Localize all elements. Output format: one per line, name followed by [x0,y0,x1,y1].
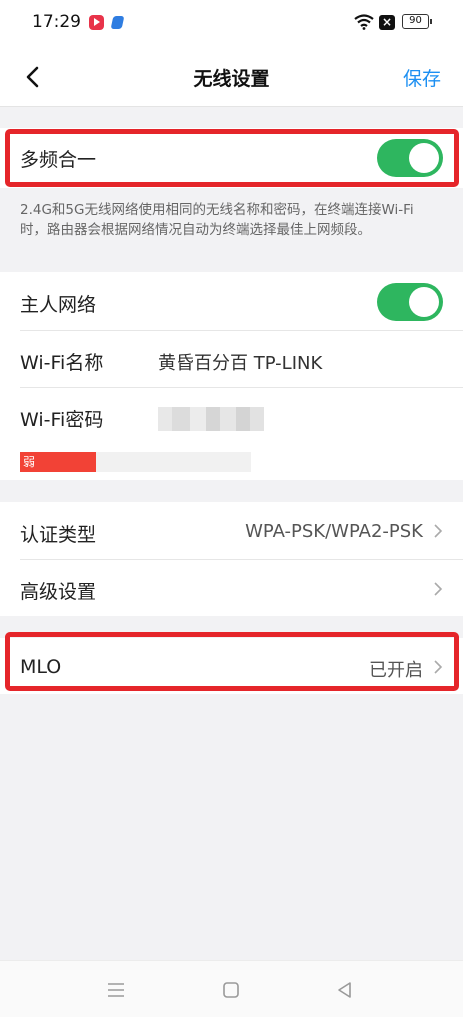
mlo-label: MLO [20,656,62,678]
home-square-icon[interactable] [220,979,242,1001]
wifi-password-label: Wi-Fi密码 [20,409,104,431]
mlo-value: 已开启 [369,660,423,681]
back-triangle-icon[interactable] [334,979,356,1001]
main-network-label: 主人网络 [20,294,97,316]
chevron-right-icon [434,524,443,538]
page-title: 无线设置 [193,68,270,90]
menu-icon[interactable] [105,979,127,1001]
blue-app-icon [110,16,125,29]
play-app-icon [89,15,104,30]
wifi-name-label: Wi-Fi名称 [20,352,104,374]
security-group: 认证类型 WPA-PSK/WPA2-PSK 高级设置 [0,502,463,616]
status-bar: 17:29 × 90 [0,0,463,48]
wifi-password-field[interactable] [158,407,264,431]
multi-band-description: 2.4G和5G无线网络使用相同的无线名称和密码，在终端连接Wi-Fi时，路由器会… [20,202,414,238]
wifi-name-value[interactable]: 黄昏百分百 TP-LINK [158,349,322,375]
save-button[interactable]: 保存 [403,64,441,91]
multi-band-row: 多频合一 [0,128,463,188]
auth-type-row[interactable]: 认证类型 WPA-PSK/WPA2-PSK [0,502,463,559]
advanced-settings-row[interactable]: 高级设置 [0,560,463,616]
system-nav-bar [0,960,463,1017]
password-strength-label: 弱 [23,455,36,469]
chevron-right-icon [434,660,443,674]
auth-type-value: WPA-PSK/WPA2-PSK [245,521,423,542]
close-box-icon: × [379,15,395,30]
toggle-knob [409,143,439,173]
wifi-icon [354,14,374,30]
password-strength-fill: 弱 [20,452,97,472]
mlo-row[interactable]: MLO 已开启 [0,638,463,694]
advanced-settings-label: 高级设置 [20,581,97,603]
multi-band-toggle[interactable] [377,139,443,177]
status-time: 17:29 [32,12,81,32]
main-network-toggle[interactable] [377,283,443,321]
battery-icon: 90 [402,14,432,29]
nav-bar: 无线设置 保存 [0,48,463,107]
main-network-group: 主人网络 Wi-Fi名称 黄昏百分百 TP-LINK Wi-Fi密码 [0,272,463,480]
chevron-right-icon [434,582,443,596]
divider [20,387,463,388]
auth-type-label: 认证类型 [20,524,97,546]
divider [20,330,463,331]
multi-band-label: 多频合一 [20,149,97,171]
password-strength-bar: 弱 [20,452,251,472]
toggle-knob [409,287,439,317]
